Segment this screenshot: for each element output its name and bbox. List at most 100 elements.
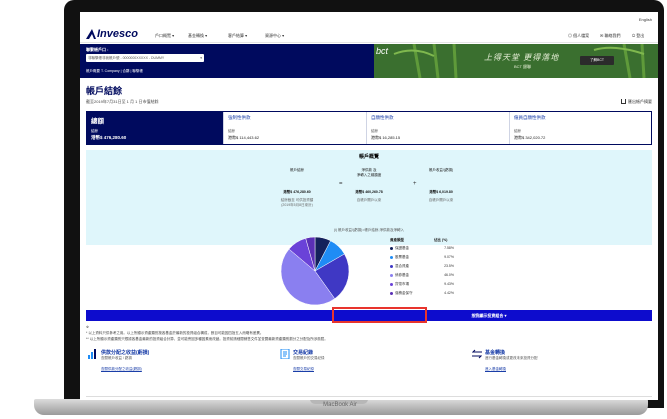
quick-link-sub: 查閱帳戶的交易紀錄 xyxy=(293,356,325,360)
contact-link[interactable]: ✉ 聯絡我們 xyxy=(600,33,620,38)
banner-logo: bct xyxy=(376,46,389,56)
legend-row: 強積金保守 4.42% xyxy=(390,291,454,297)
summary-mandatory-value: 港幣$ 114,443.62 xyxy=(228,135,260,140)
bar-chart-icon xyxy=(88,349,96,359)
banner-subtext: BCT 銀聯 xyxy=(514,64,532,69)
nav-item-statements[interactable]: 客戶結算 ▾ xyxy=(228,33,247,38)
legend-swatch xyxy=(390,265,393,268)
banner-cta-button[interactable]: 了解BCT xyxy=(580,56,614,65)
quick-link-sub: 查閱帳戶收益 / 虧損 xyxy=(101,356,132,360)
legend-row: 貨幣市場 9.43% xyxy=(390,282,454,288)
summary-employee-voluntary-card[interactable]: 僱員自願性供款 結餘 港幣$ 342,020.72 xyxy=(509,112,651,144)
legend-value: 4.42% xyxy=(444,291,454,295)
nav-item-resources[interactable]: 資源中心 ▾ xyxy=(265,33,284,38)
promo-banner[interactable]: bct 上得天堂 更得落地 BCT 銀聯 了解BCT xyxy=(374,44,658,78)
utility-bar: English xyxy=(80,12,658,26)
legend-row: 債券基金 46.0% xyxy=(390,273,454,279)
legend-name: 強積金保守 xyxy=(395,291,413,295)
device-label: MacBook Air xyxy=(323,402,357,408)
download-icon xyxy=(621,99,626,104)
legend-swatch xyxy=(390,292,393,295)
export-label: 匯出帳戶摘要 xyxy=(628,99,652,104)
legend-row: 股票基金 9.07% xyxy=(390,255,454,261)
footnote-2: ** 以上所顯示資產類別只根據各基金最新的投資組合計算，並可能會因多種因素而改變… xyxy=(86,337,328,341)
summary-voluntary-card[interactable]: 自願性供款 結餘 港幣$ 16,285.15 xyxy=(366,112,509,144)
logout-link[interactable]: ⏻ 登出 xyxy=(632,33,644,38)
overview-contrib-head: 淨供款 及 淨轉入之總額度 xyxy=(356,168,382,177)
chevron-down-icon: ▾ xyxy=(200,56,202,60)
holdings-bar-left xyxy=(86,310,326,321)
summary-mandatory-title: 強制性供款 xyxy=(228,115,251,120)
quick-link-title: 交易紀錄 xyxy=(293,350,314,356)
legend-value: 46.0% xyxy=(444,273,454,277)
banner-slogan: 上得天堂 更得落地 xyxy=(484,53,560,62)
summary-mandatory-card[interactable]: 強制性供款 結餘 港幣$ 114,443.62 xyxy=(223,112,366,144)
legend-name: 股票基金 xyxy=(395,255,409,259)
overview-contrib-sub: 自帳戶開戶以來 xyxy=(356,198,382,202)
legend-value: 7.58% xyxy=(444,246,454,250)
page-title: 帳戶結餘 xyxy=(86,86,123,96)
legend-name: 混合資產 xyxy=(395,264,409,268)
legend-header-name: 資產類型 xyxy=(390,238,404,242)
summary-voluntary-label: 結餘 xyxy=(371,129,378,133)
overview-note: (i) 帳戶收益/(虧損)=帳戶結餘-淨供款及淨轉入 xyxy=(333,228,405,232)
legend-value: 9.07% xyxy=(444,255,454,259)
breadcrumb: 帳戶概要 T. Company | 合夥 | 聯繫帳 xyxy=(86,69,143,73)
quick-link-anchor[interactable]: 查閱供款分配之收益(虧損) xyxy=(101,367,142,372)
summary-voluntary-value: 港幣$ 16,285.15 xyxy=(371,135,401,140)
overview-gain-value: 港幣$ 6,019.80 xyxy=(429,190,453,194)
language-link[interactable]: English xyxy=(639,17,652,22)
quick-link-title: 供款分配之收益(虧損) xyxy=(101,350,150,356)
overview-title: 帳戶概覽 xyxy=(358,154,379,160)
brand-name: Invesco xyxy=(97,28,138,40)
document-icon xyxy=(280,349,290,359)
account-select[interactable]: 非聯繫帳非我帳戶號 - 0000000XXXXX - DUMMY ▾ xyxy=(86,54,204,62)
overview-contrib-value: 港幣$ 460,260.78 xyxy=(355,190,383,194)
overview-equals: = xyxy=(339,181,343,187)
quick-link-anchor[interactable]: 查閱交易紀錄 xyxy=(293,367,314,372)
overview-plus: + xyxy=(413,181,417,187)
legend-header-pct: 佔比 (%) xyxy=(434,238,448,242)
overview-gain-head: 帳戶收益/(虧損) xyxy=(428,168,454,172)
account-overview: 帳戶概覽 帳戶結餘 淨供款 及 淨轉入之總額度 帳戶收益/(虧損) = + 港幣… xyxy=(86,150,652,245)
footer-divider xyxy=(86,396,652,397)
page-subtitle: 截至2019年7月31日至 1 月 1 日市值結餘 xyxy=(86,99,159,104)
summary-total-title: 總額 xyxy=(91,118,104,125)
legend-row: 混合資產 23.5% xyxy=(390,264,454,270)
account-select-value: 非聯繫帳非我帳戶號 - 0000000XXXXX - DUMMY xyxy=(88,56,165,60)
footnote-mark: ※ xyxy=(86,325,89,329)
quick-link-anchor[interactable]: 進入基金轉換 xyxy=(485,367,506,372)
nav-item-account[interactable]: 戶口概覽 ▾ xyxy=(155,33,174,38)
profile-label: 個人檔案 xyxy=(573,33,590,38)
highlight-box xyxy=(332,307,427,323)
switch-arrows-icon xyxy=(472,349,482,359)
summary-employee-voluntary-value: 港幣$ 342,020.72 xyxy=(514,135,546,140)
summary-total-card[interactable]: 總額 結餘 港幣$ 476,280.60 xyxy=(87,112,223,144)
legend-swatch xyxy=(390,256,393,259)
main-nav: Invesco 戶口概覽 ▾ 基金轉換 ▾ 客戶結算 ▾ 資源中心 ▾ ◎ 個人… xyxy=(80,27,658,43)
legend-row: 保證基金 7.58% xyxy=(390,246,454,252)
quick-link-title: 基金轉換 xyxy=(485,350,506,356)
overview-balance-head: 帳戶結餘 xyxy=(290,168,304,172)
legend-swatch xyxy=(390,283,393,286)
legend-swatch xyxy=(390,247,393,250)
balance-summary: 總額 結餘 港幣$ 476,280.60 強制性供款 結餘 港幣$ 114,44… xyxy=(86,111,652,145)
summary-mandatory-label: 結餘 xyxy=(228,129,235,133)
profile-link[interactable]: ◎ 個人檔案 xyxy=(568,33,589,38)
overview-balance-sub: 結餘截至 可供投資額 xyxy=(280,198,314,202)
summary-voluntary-title: 自願性供款 xyxy=(371,115,394,120)
footnote-1: * 以上資料只供參考之用。以上所顯示資產類別按各基金於最新的投資組合構成，數目可… xyxy=(86,331,264,335)
export-summary-link[interactable]: 匯出帳戶摘要 xyxy=(621,99,652,104)
legend-value: 23.5% xyxy=(444,264,454,268)
summary-employee-voluntary-label: 結餘 xyxy=(514,129,521,133)
brand-logo[interactable]: Invesco xyxy=(86,28,138,40)
overview-gain-sub: 自帳戶開戶以來 xyxy=(428,198,454,202)
summary-employee-voluntary-title: 僱員自願性供款 xyxy=(514,115,546,120)
overview-balance-sub2: (2019年5月8日來計) xyxy=(281,203,313,207)
overview-balance-value: 港幣$ 476,280.60 xyxy=(283,190,311,194)
nav-item-fund-switch[interactable]: 基金轉換 ▾ xyxy=(188,33,207,38)
contact-label: 聯絡我們 xyxy=(604,33,621,38)
invesco-mark-icon xyxy=(86,29,96,39)
legend-name: 債券基金 xyxy=(395,273,409,277)
legend-name: 貨幣市場 xyxy=(395,282,409,286)
